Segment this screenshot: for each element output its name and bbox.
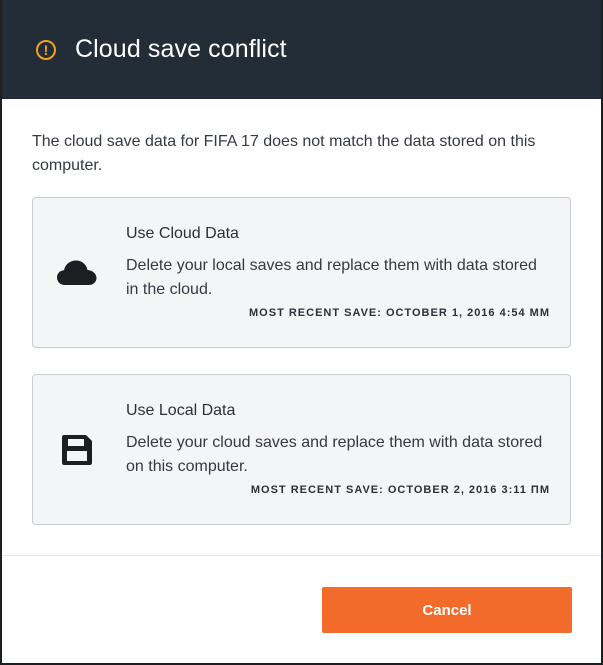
use-cloud-data-option[interactable]: Use Cloud Data Delete your local saves a… — [32, 197, 571, 348]
option-title: Use Local Data — [126, 402, 236, 419]
option-title: Use Cloud Data — [126, 225, 239, 242]
cloud-icon — [55, 253, 99, 293]
warning-icon: ! — [36, 39, 56, 60]
option-description: Delete your local saves and replace them… — [126, 257, 537, 298]
most-recent-save: MOST RECENT SAVE: OCTOBER 2, 2016 3:11 П… — [250, 484, 550, 496]
cloud-save-conflict-dialog: ! Cloud save conflict The cloud save dat… — [2, 0, 601, 663]
dialog-message: The cloud save data for FIFA 17 does not… — [32, 133, 536, 174]
cancel-button[interactable]: Cancel — [322, 587, 572, 633]
use-local-data-option[interactable]: Use Local Data Delete your cloud saves a… — [32, 374, 571, 525]
footer-divider — [2, 555, 601, 556]
floppy-disk-icon — [55, 430, 99, 470]
option-description: Delete your cloud saves and replace them… — [126, 434, 543, 475]
dialog-header: ! Cloud save conflict — [2, 0, 601, 99]
most-recent-save: MOST RECENT SAVE: OCTOBER 1, 2016 4:54 M… — [249, 307, 550, 319]
dialog-title: Cloud save conflict — [75, 35, 287, 63]
